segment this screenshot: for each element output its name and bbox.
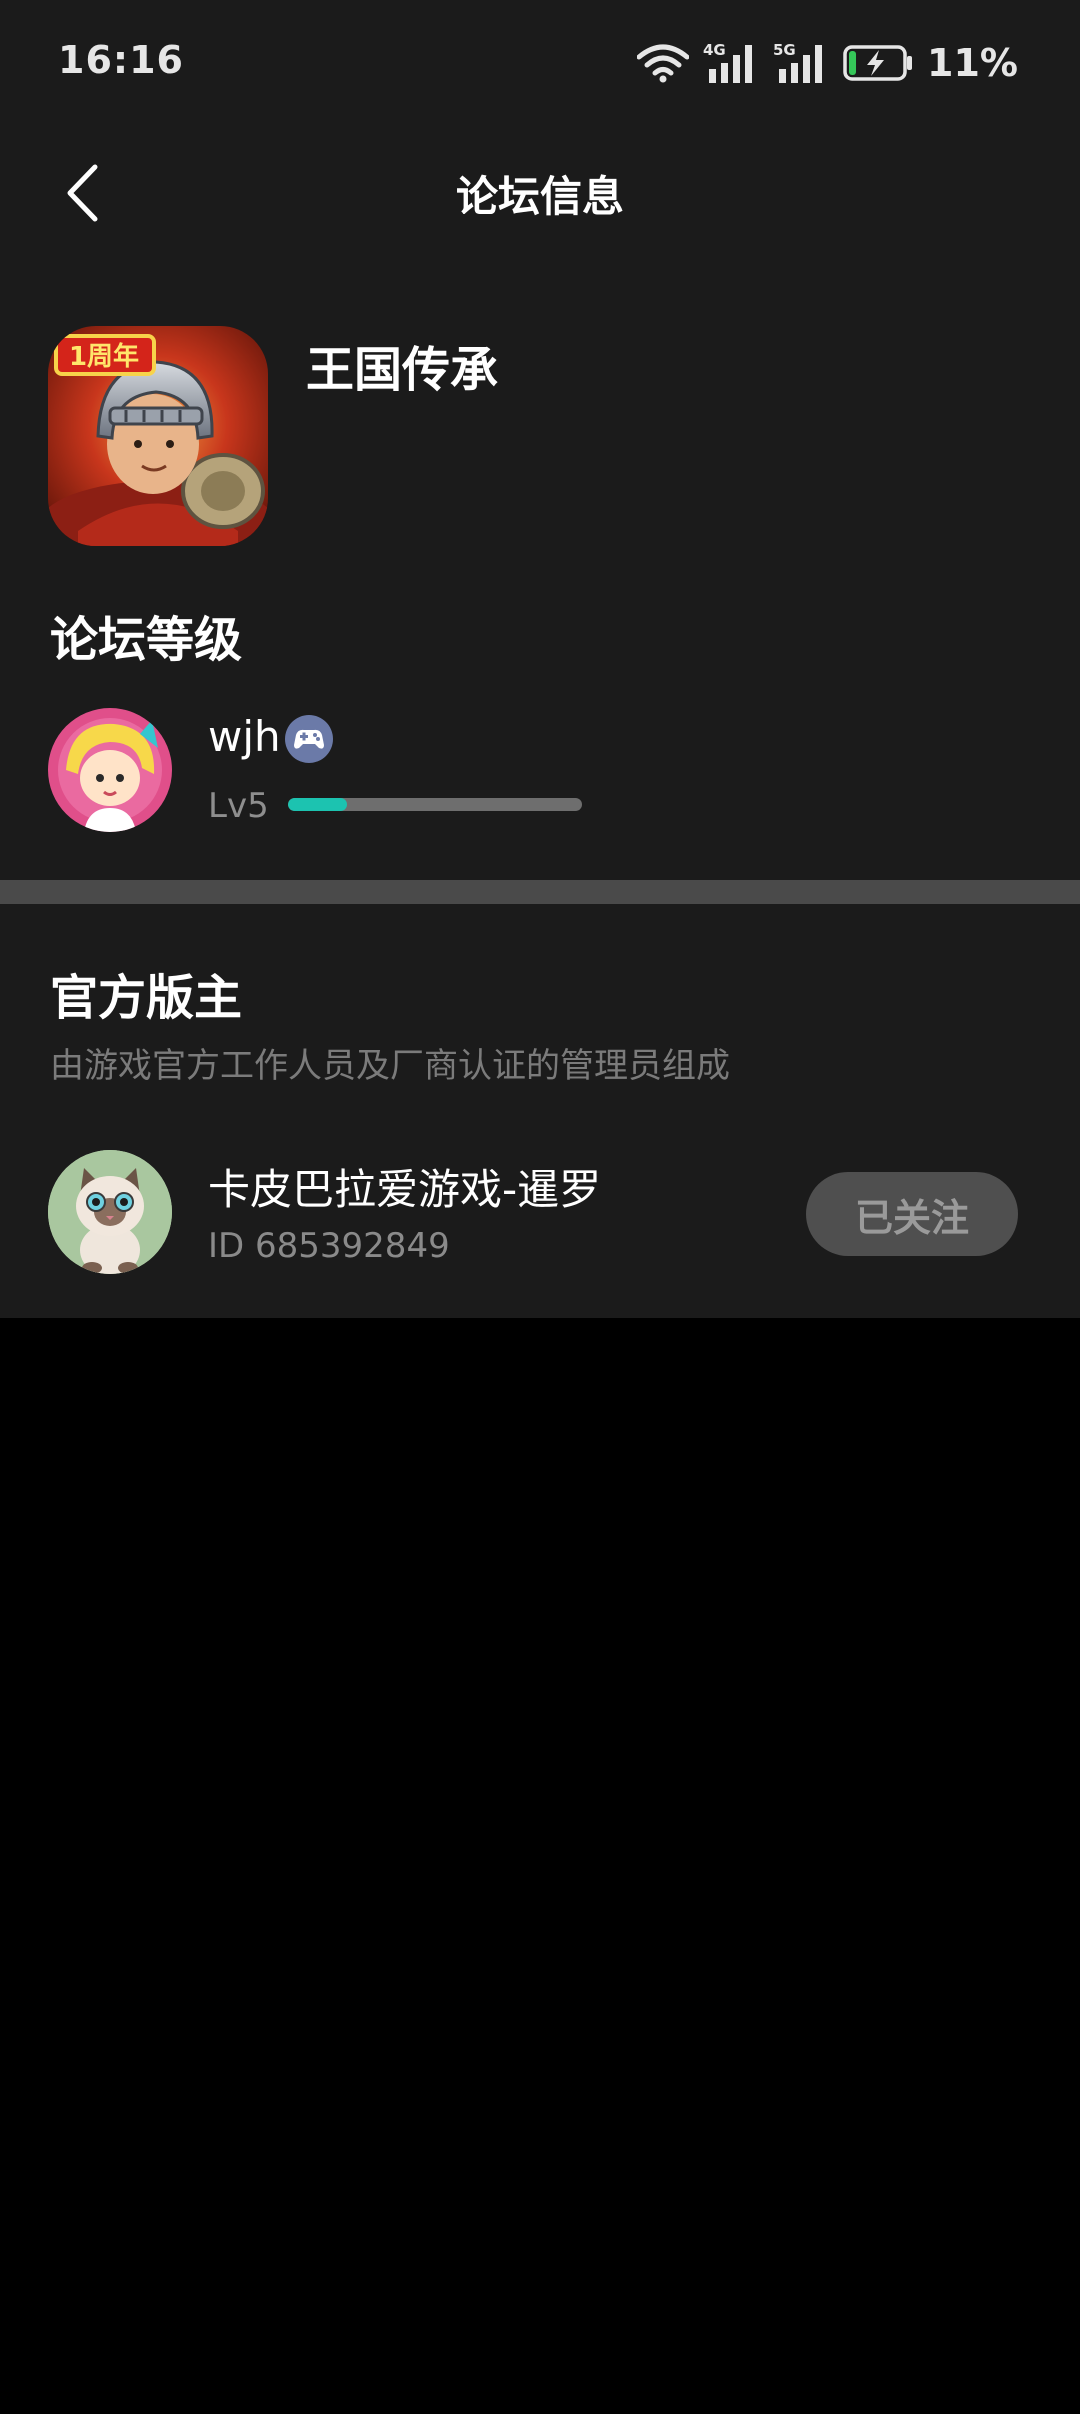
moderators-description: 由游戏官方工作人员及厂商认证的管理员组成	[50, 1046, 730, 1086]
moderator-avatar[interactable]	[48, 1150, 172, 1274]
moderator-name: 卡皮巴拉爱游戏-暹罗	[208, 1165, 602, 1214]
status-time: 16:16	[58, 38, 184, 82]
level-progress-bar	[288, 798, 582, 811]
level-progress-fill	[288, 798, 347, 811]
game-artwork: 1周年	[48, 326, 268, 546]
user-avatar-image	[48, 708, 172, 832]
game-icon[interactable]: 1周年	[48, 326, 268, 546]
network-4g-label: 4G	[703, 41, 726, 59]
anniversary-badge: 1周年	[69, 341, 139, 372]
section-divider	[0, 880, 1080, 904]
moderator-avatar-image	[48, 1150, 172, 1274]
level-label: Lv5	[208, 786, 269, 826]
following-button[interactable]: 已关注	[806, 1172, 1018, 1256]
game-name: 王国传承	[306, 342, 499, 398]
forum-level-title: 论坛等级	[50, 612, 243, 668]
cellular-4g-icon: 4G	[703, 41, 753, 83]
cellular-5g-icon: 5G	[773, 41, 823, 83]
battery-percent: 11%	[927, 41, 1018, 85]
battery-charging-icon	[843, 45, 913, 81]
wifi-icon	[637, 44, 690, 83]
official-moderators-title: 官方版主	[50, 970, 243, 1026]
forum-info-screen: 16:16 4G 5G 11% 论坛信息 1周年 王国传承 论坛等级 wjh L…	[0, 0, 1080, 2414]
user-name: wjh	[208, 712, 281, 761]
status-icons: 4G 5G 11%	[637, 40, 1018, 86]
moderator-id: ID 685392849	[208, 1226, 450, 1266]
user-avatar[interactable]	[48, 708, 172, 832]
network-5g-label: 5G	[773, 41, 796, 59]
gamepad-icon	[284, 714, 334, 764]
page-title: 论坛信息	[455, 172, 624, 221]
